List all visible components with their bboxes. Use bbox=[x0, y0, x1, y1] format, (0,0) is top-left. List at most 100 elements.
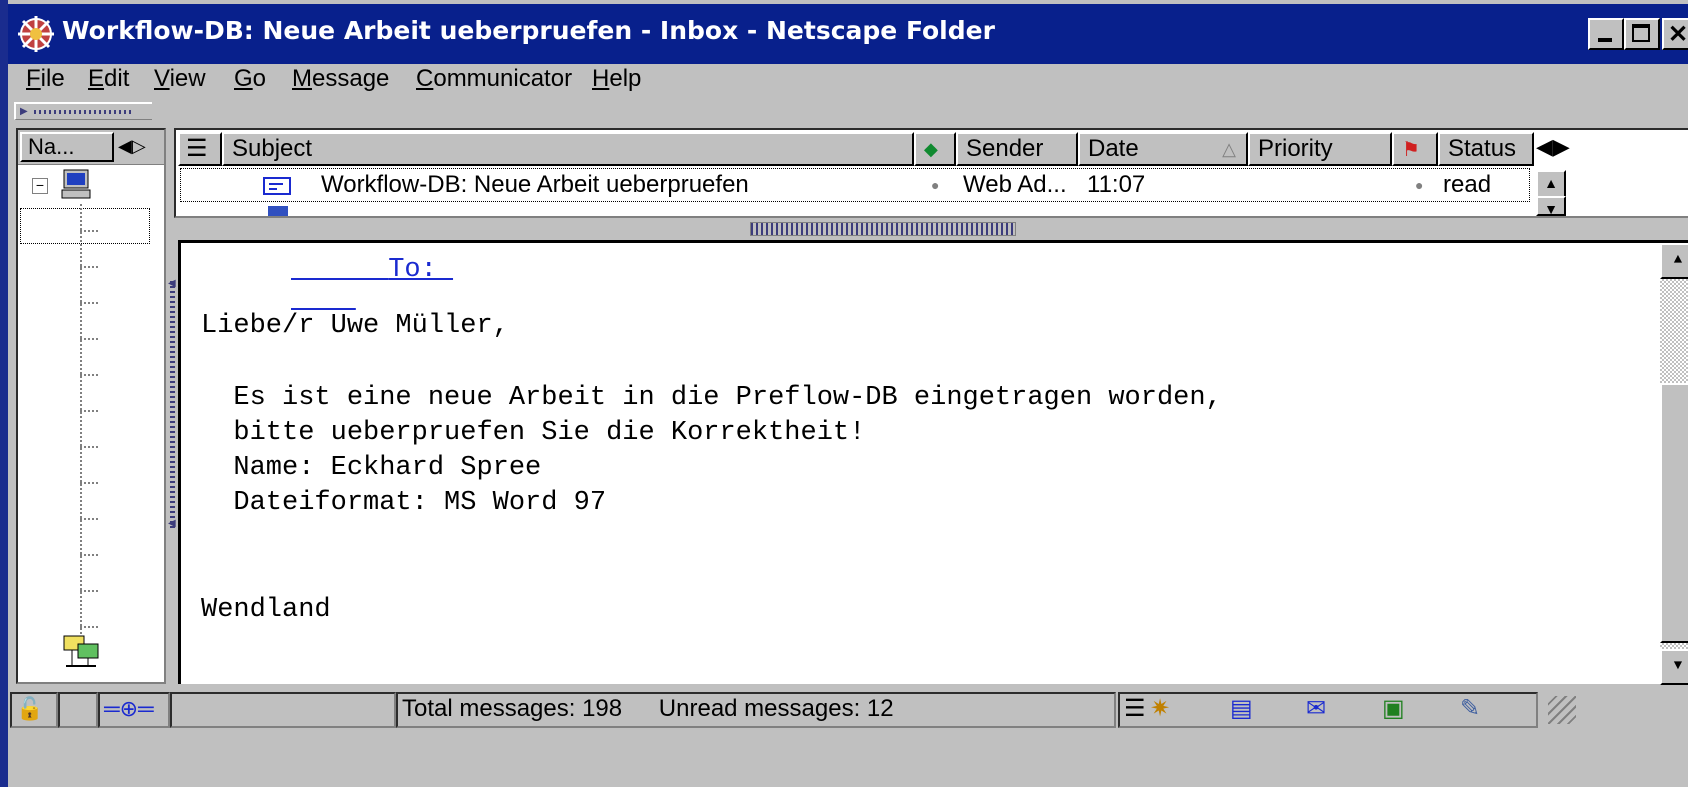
list-scroll-up-button[interactable]: ▲ bbox=[1536, 170, 1566, 198]
unread-messages: Unread messages: 12 bbox=[658, 695, 894, 722]
message-body: To: Liebe/r Uwe Müller, Es ist eine neue… bbox=[178, 240, 1688, 685]
close-icon: ✕ bbox=[1668, 21, 1688, 48]
close-button[interactable]: ✕ bbox=[1662, 18, 1688, 50]
menu-edit-label: dit bbox=[104, 65, 130, 92]
body-scroll-up-button[interactable]: ▲ bbox=[1660, 243, 1688, 279]
unlocked-padlock-icon: 🔓 bbox=[16, 696, 44, 721]
tree-branch bbox=[80, 302, 98, 304]
to-label: To: bbox=[388, 255, 454, 285]
tree-branch bbox=[80, 266, 98, 268]
folder-name-column[interactable]: Na... bbox=[20, 132, 114, 162]
composer-icon[interactable]: ✎ bbox=[1460, 694, 1480, 724]
security-lock-cell[interactable]: 🔓 bbox=[10, 692, 58, 728]
total-messages: Total messages: 198 bbox=[402, 695, 623, 722]
menu-message[interactable]: Message bbox=[292, 62, 389, 96]
menu-help-label: elp bbox=[609, 65, 642, 92]
menu-go-label: o bbox=[252, 65, 267, 92]
splitter-handle[interactable] bbox=[750, 222, 1016, 236]
priority-column-header[interactable]: Priority bbox=[1248, 132, 1392, 166]
menu-edit-accel: E bbox=[88, 65, 105, 92]
folder-selection[interactable] bbox=[20, 208, 150, 244]
window-title: Workflow-DB: Neue Arbeit ueberpruefen - … bbox=[62, 16, 995, 45]
flag-column-header[interactable]: ⚑ bbox=[1392, 132, 1438, 166]
menu-edit[interactable]: Edit bbox=[88, 62, 129, 96]
arrow-down-icon: ▼ bbox=[1673, 658, 1683, 674]
tree-line bbox=[80, 204, 82, 654]
message-subject: Workflow-DB: Neue Arbeit ueberpruefen bbox=[321, 171, 749, 198]
newsgroups-icon[interactable]: ✉ bbox=[1306, 694, 1326, 724]
tree-branch bbox=[80, 446, 98, 448]
netscape-wheel-icon bbox=[18, 16, 54, 52]
tree-branch bbox=[80, 554, 98, 556]
greeting-line: Liebe/r Uwe Müller, bbox=[201, 311, 509, 341]
tree-branch bbox=[80, 374, 98, 376]
flag-icon: ⚑ bbox=[1402, 139, 1420, 161]
splitter-grip bbox=[170, 278, 175, 528]
menu-communicator-label: ommunicator bbox=[433, 65, 573, 92]
body-scroll-down-button[interactable]: ▼ bbox=[1660, 649, 1688, 685]
progress-cell bbox=[170, 692, 396, 728]
arrow-up-icon: ▲ bbox=[1544, 175, 1558, 191]
toolbar-collapse-handle[interactable]: ▶ bbox=[14, 102, 152, 120]
inbox-icon[interactable]: ▤ bbox=[1230, 694, 1253, 724]
menu-go-accel: G bbox=[234, 65, 253, 92]
partial-envelope-icon bbox=[268, 206, 288, 216]
message-status: read bbox=[1443, 171, 1492, 198]
menu-communicator[interactable]: Communicator bbox=[416, 62, 572, 96]
sort-ascending-icon: △ bbox=[1222, 139, 1236, 159]
column-scroll-arrows-icon[interactable]: ◀▶ bbox=[1536, 134, 1570, 160]
tree-branch bbox=[80, 482, 98, 484]
message-list: ☰ Subject ◆ Sender Date △ Priority ⚑ Sta… bbox=[174, 128, 1688, 218]
navigator-icon[interactable]: ✷ bbox=[1150, 694, 1170, 724]
menu-bar: File Edit View Go Message Communicator H… bbox=[8, 62, 1688, 96]
body-line: Es ist eine neue Arbeit in die Preflow-D… bbox=[201, 383, 1222, 413]
menu-help-accel: H bbox=[592, 65, 610, 92]
body-line: Name: Eckhard Spree bbox=[201, 453, 542, 483]
list-scroll-down-button[interactable]: ▼ bbox=[1536, 196, 1566, 217]
message-date: 11:07 bbox=[1087, 171, 1146, 198]
status-column-header[interactable]: Status bbox=[1438, 132, 1534, 166]
flag-dot-icon: ● bbox=[1415, 177, 1424, 193]
menu-view[interactable]: View bbox=[154, 62, 206, 96]
address-book-icon[interactable]: ▣ bbox=[1382, 694, 1405, 724]
body-scrollbar[interactable]: ▲ ▼ bbox=[1660, 243, 1688, 685]
unread-column-header-icon[interactable]: ◆ bbox=[914, 132, 956, 166]
body-line: bitte ueberpruefen Sie die Korrektheit! bbox=[201, 418, 866, 448]
to-address-link[interactable]: To: bbox=[291, 225, 453, 315]
minimize-button[interactable] bbox=[1588, 18, 1624, 50]
online-status-cell[interactable]: ═⊕═ bbox=[98, 692, 170, 728]
tree-branch bbox=[80, 518, 98, 520]
connection-plug-icon: ═⊕═ bbox=[104, 696, 154, 721]
date-column-label: Date bbox=[1088, 135, 1139, 162]
date-column-header[interactable]: Date △ bbox=[1078, 132, 1248, 166]
subject-column-header[interactable]: Subject bbox=[222, 132, 914, 166]
collapse-toggle-icon[interactable]: − bbox=[32, 178, 48, 194]
collapse-left-icon-bottom[interactable]: ◀ bbox=[168, 518, 176, 529]
maximize-icon bbox=[1632, 24, 1650, 42]
newsgroup-server-icon[interactable] bbox=[62, 634, 102, 670]
body-line: Dateiformat: MS Word 97 bbox=[201, 488, 607, 518]
envelope-icon bbox=[263, 177, 291, 195]
menu-view-label: iew bbox=[169, 65, 206, 92]
menu-help[interactable]: Help bbox=[592, 62, 641, 96]
list-menu-icon: ☰ bbox=[186, 135, 208, 162]
title-bar[interactable]: Workflow-DB: Neue Arbeit ueberpruefen - … bbox=[8, 4, 1688, 64]
message-row-partial[interactable] bbox=[180, 204, 1530, 216]
menu-file[interactable]: File bbox=[26, 62, 65, 96]
column-scroll-arrows-icon[interactable]: ◀▷ bbox=[118, 136, 146, 157]
scroll-thumb[interactable] bbox=[1660, 383, 1688, 643]
maximize-button[interactable] bbox=[1624, 18, 1660, 50]
signature-line: Wendland bbox=[201, 595, 331, 625]
resize-grip-icon[interactable] bbox=[1548, 696, 1576, 724]
sender-column-header[interactable]: Sender bbox=[956, 132, 1078, 166]
component-bar: ☰ ✷ ▤ ✉ ▣ ✎ bbox=[1118, 692, 1538, 728]
component-bar-grip-icon[interactable]: ☰ bbox=[1124, 694, 1146, 724]
folder-tree: − bbox=[20, 169, 150, 674]
menu-message-label: essage bbox=[312, 65, 390, 92]
message-row[interactable]: Workflow-DB: Neue Arbeit ueberpruefen ● … bbox=[180, 168, 1530, 202]
menu-go[interactable]: Go bbox=[234, 62, 266, 96]
menu-file-label: ile bbox=[40, 65, 65, 92]
status-bar: 🔓 ═⊕═ Total messages: 198 Unread message… bbox=[8, 688, 1688, 732]
computer-icon[interactable] bbox=[60, 168, 94, 202]
thread-column-header[interactable]: ☰ bbox=[178, 132, 222, 166]
